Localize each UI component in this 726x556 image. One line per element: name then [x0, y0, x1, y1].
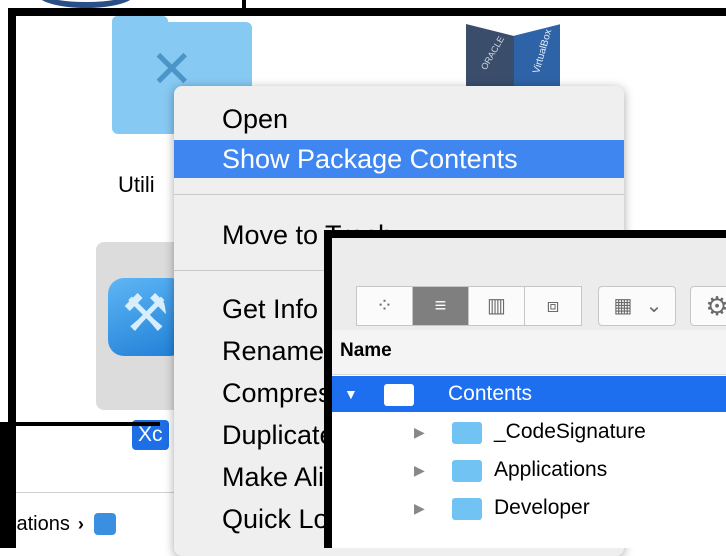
row-name: Applications [494, 458, 608, 481]
disclosure-triangle-expanded-icon[interactable]: ▼ [344, 376, 358, 412]
folder-icon [452, 498, 482, 520]
list-row-applications[interactable]: ▶ Applications [332, 452, 726, 488]
disclosure-triangle-collapsed-icon[interactable]: ▶ [414, 490, 425, 526]
folder-icon [452, 422, 482, 444]
list-row-developer[interactable]: ▶ Developer [332, 490, 726, 526]
xcode-mini-icon[interactable] [93, 513, 116, 535]
arrange-grid-icon: ▦ [613, 295, 633, 317]
app-logo-fragment-icon [36, 0, 136, 8]
package-contents-window: ⁘ ≡ ▥ ⧈ ▦ ⌄ ⚙ Name ▼ Contents ▶ _CodeSig… [324, 230, 726, 548]
folder-tab [112, 16, 168, 30]
menu-item-show-package-contents[interactable]: Show Package Contents [174, 140, 624, 178]
path-chevron-icon: › [77, 513, 84, 534]
cover-flow-icon[interactable]: ⧈ [525, 287, 581, 325]
action-button[interactable]: ⚙ [690, 286, 726, 326]
gear-icon: ⚙ [697, 287, 726, 325]
disclosure-triangle-collapsed-icon[interactable]: ▶ [414, 452, 425, 488]
row-name: Developer [494, 496, 590, 519]
path-bar: ications › [2, 508, 116, 540]
arrange-button[interactable]: ▦ ⌄ [598, 286, 676, 326]
list-row-contents[interactable]: ▼ Contents [332, 376, 726, 412]
disclosure-triangle-collapsed-icon[interactable]: ▶ [414, 414, 425, 450]
utilities-label[interactable]: Utili [118, 172, 155, 198]
column-header-label: Name [340, 340, 392, 361]
collage-separator [0, 422, 160, 426]
path-segment-applications[interactable]: ications [2, 513, 70, 536]
menu-separator [174, 194, 624, 195]
column-view-icon[interactable]: ▥ [469, 287, 525, 325]
virtualbox-app-icon[interactable]: ORACLE VirtualBox [460, 16, 564, 98]
menu-item-open[interactable]: Open [174, 100, 624, 138]
icon-view-icon[interactable]: ⁘ [357, 287, 413, 325]
hammer-icon: ⚒ [122, 285, 169, 343]
folder-icon [384, 384, 414, 406]
row-name: _CodeSignature [494, 420, 646, 443]
toolbar: ⁘ ≡ ▥ ⧈ ▦ ⌄ ⚙ [332, 238, 726, 331]
list-row-codesignature[interactable]: ▶ _CodeSignature [332, 414, 726, 450]
row-name: Contents [448, 382, 533, 405]
folder-icon [452, 460, 482, 482]
chevron-down-icon: ⌄ [645, 295, 663, 317]
column-header-name[interactable]: Name [332, 330, 726, 375]
view-mode-segmented-control: ⁘ ≡ ▥ ⧈ [356, 286, 582, 326]
list-view-icon[interactable]: ≡ [413, 287, 469, 325]
